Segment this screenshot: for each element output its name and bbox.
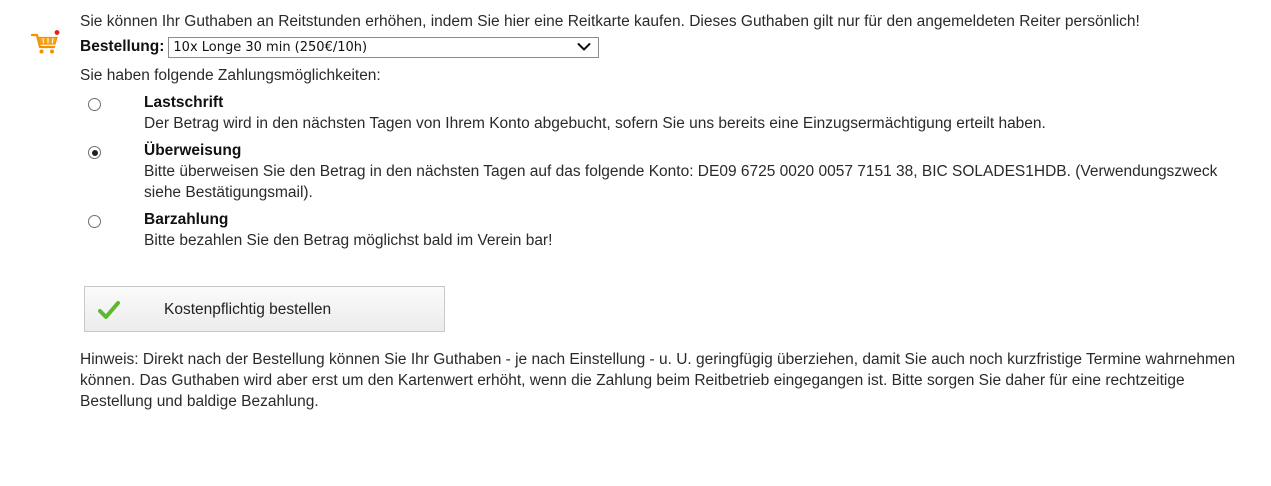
order-button-label: Kostenpflichtig bestellen [164, 301, 332, 318]
shopping-cart-icon [30, 30, 60, 54]
option-description: Bitte bezahlen Sie den Betrag möglichst … [144, 232, 553, 249]
order-label: Bestellung: [80, 38, 165, 55]
chevron-down-icon [577, 42, 591, 50]
payment-option-ueberweisung[interactable]: Überweisung Bitte überweisen Sie den Bet… [80, 140, 1258, 203]
option-title: Lastschrift [144, 94, 224, 111]
radio-ueberweisung[interactable] [88, 146, 101, 159]
order-row: Bestellung: 10x Longe 30 min (250€/10h) [80, 35, 1258, 59]
order-select-value: 10x Longe 30 min (250€/10h) [173, 39, 368, 55]
option-title: Überweisung [144, 142, 242, 159]
option-description: Bitte überweisen Sie den Betrag in den n… [144, 163, 1218, 201]
payment-intro: Sie haben folgende Zahlungsmöglichkeiten… [80, 67, 381, 84]
payment-option-barzahlung[interactable]: Barzahlung Bitte bezahlen Sie den Betrag… [80, 209, 1258, 251]
payment-option-lastschrift[interactable]: Lastschrift Der Betrag wird in den nächs… [80, 92, 1258, 134]
order-form: Sie können Ihr Guthaben an Reitstunden e… [80, 11, 1258, 412]
intro-text: Sie können Ihr Guthaben an Reitstunden e… [80, 13, 1140, 30]
radio-barzahlung[interactable] [88, 215, 101, 228]
checkmark-icon [98, 301, 120, 319]
option-title: Barzahlung [144, 211, 229, 228]
radio-lastschrift[interactable] [88, 98, 101, 111]
order-select[interactable]: 10x Longe 30 min (250€/10h) [168, 36, 600, 58]
order-button[interactable]: Kostenpflichtig bestellen [84, 286, 445, 332]
hint-text: Hinweis: Direkt nach der Bestellung könn… [80, 351, 1236, 410]
option-description: Der Betrag wird in den nächsten Tagen vo… [144, 115, 1046, 132]
